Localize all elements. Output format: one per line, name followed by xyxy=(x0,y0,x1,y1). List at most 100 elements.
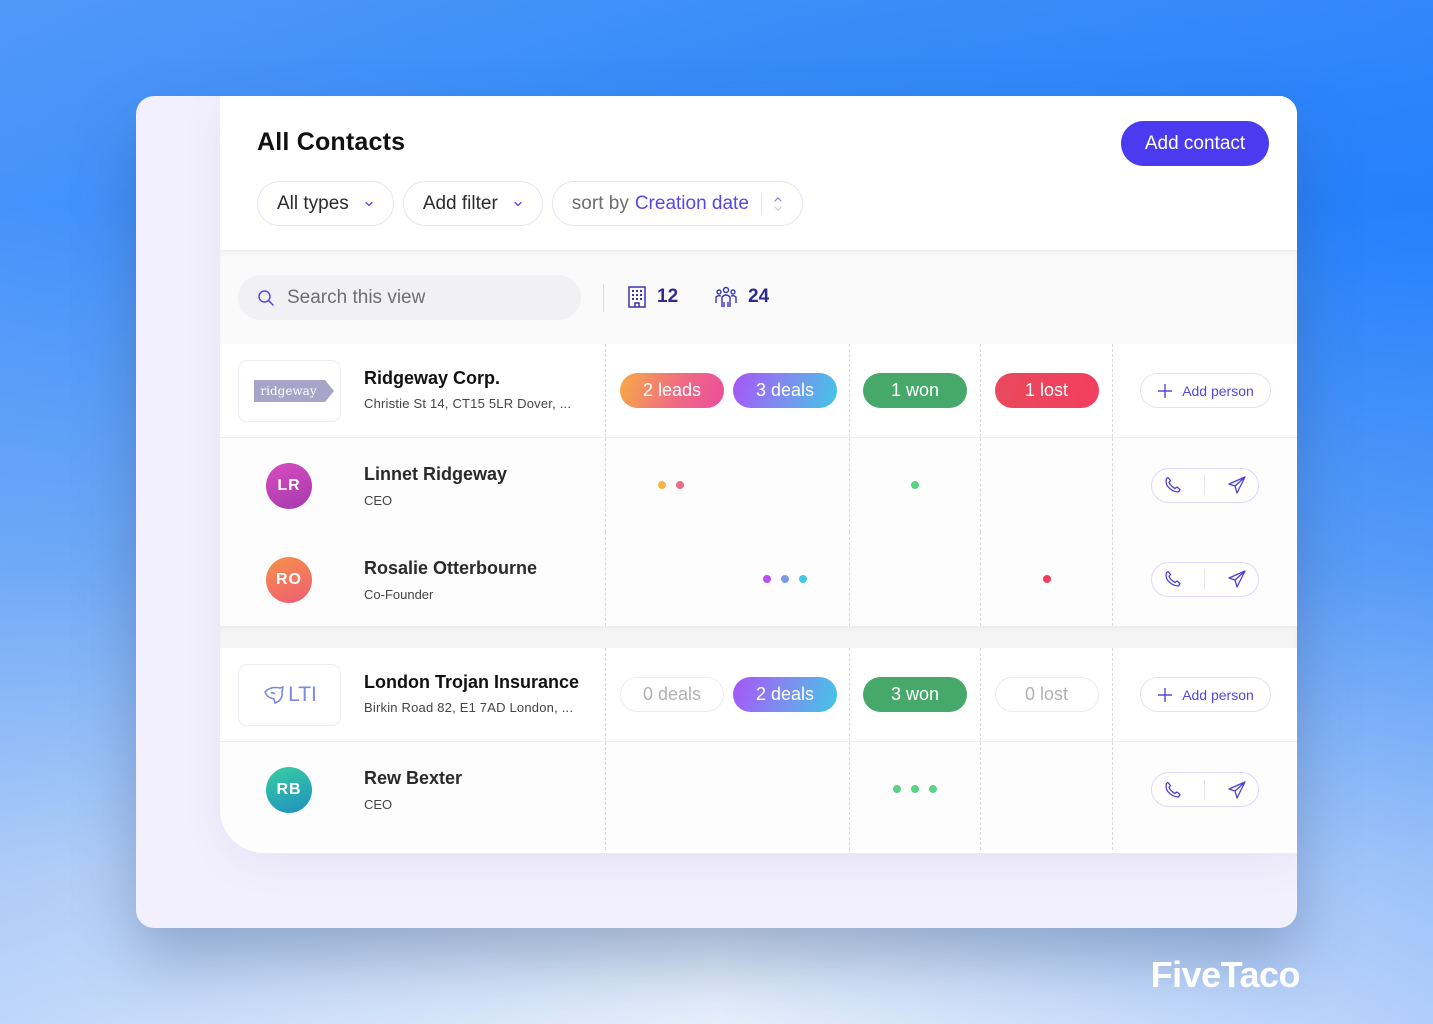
won-cell xyxy=(849,438,980,532)
plus-icon xyxy=(1156,382,1174,400)
person-name[interactable]: Linnet Ridgeway xyxy=(364,464,507,485)
person-text: Rosalie Otterbourne Co-Founder xyxy=(364,558,537,602)
section-separator xyxy=(220,626,1297,648)
actions-cell xyxy=(1112,742,1297,850)
chevron-down-icon xyxy=(512,198,524,210)
person-text: Rew Bexter CEO xyxy=(364,768,462,812)
company-name[interactable]: Ridgeway Corp. xyxy=(364,368,571,389)
companies-count-value: 12 xyxy=(657,286,679,307)
add-person-button[interactable]: Add person xyxy=(1139,373,1271,408)
lead-dot xyxy=(676,481,684,489)
contact-actions xyxy=(1151,561,1259,597)
lead-dots xyxy=(658,481,684,489)
company-row[interactable]: ridgeway Ridgeway Corp. Christie St 14, … xyxy=(220,344,1297,438)
person-info: RB Rew Bexter CEO xyxy=(220,742,605,850)
actions-cell xyxy=(1112,438,1297,532)
company-address: Christie St 14, CT15 5LR Dover, ... xyxy=(364,396,572,411)
phone-icon[interactable] xyxy=(1163,475,1183,495)
sort-dropdown[interactable]: sort by Creation date xyxy=(551,181,803,226)
person-name[interactable]: Rosalie Otterbourne xyxy=(364,558,537,579)
search-icon xyxy=(257,289,275,307)
phone-icon[interactable] xyxy=(1163,569,1183,589)
divider xyxy=(1204,779,1206,800)
won-badge[interactable]: 3 won xyxy=(863,677,967,712)
won-dots xyxy=(893,785,937,793)
search-input[interactable] xyxy=(287,286,547,309)
contact-actions xyxy=(1151,467,1259,503)
company-logo: ridgeway xyxy=(238,360,341,422)
won-cell: 3 won xyxy=(849,648,980,741)
companies-count[interactable]: 12 xyxy=(627,285,678,309)
person-row[interactable]: RB Rew Bexter CEO xyxy=(220,742,1297,850)
deal-dots xyxy=(763,575,807,583)
won-dot xyxy=(929,785,937,793)
people-count-value: 24 xyxy=(748,286,770,307)
avatar: RB xyxy=(266,767,312,813)
lost-cell: 0 lost xyxy=(980,648,1112,741)
send-icon[interactable] xyxy=(1227,475,1247,495)
lost-badge[interactable]: 0 lost xyxy=(994,677,1099,712)
person-info: RO Rosalie Otterbourne Co-Founder xyxy=(220,532,605,626)
horse-icon xyxy=(262,684,286,706)
company-text: London Trojan Insurance Birkin Road 82, … xyxy=(364,672,579,715)
company-info: LTI London Trojan Insurance Birkin Road … xyxy=(220,648,605,741)
send-icon[interactable] xyxy=(1227,569,1247,589)
actions-cell xyxy=(1112,532,1297,626)
add-person-label: Add person xyxy=(1182,382,1254,399)
lti-logo-text: LTI xyxy=(288,683,317,706)
add-person-button[interactable]: Add person xyxy=(1139,677,1271,712)
sort-prefix: sort by xyxy=(571,192,629,214)
person-row[interactable]: LR Linnet Ridgeway CEO xyxy=(220,438,1297,532)
types-dropdown-label: All types xyxy=(277,192,349,214)
add-filter-dropdown[interactable]: Add filter xyxy=(402,181,543,226)
people-count[interactable]: 24 xyxy=(714,285,769,309)
company-logo: LTI xyxy=(238,664,341,726)
building-icon xyxy=(627,285,647,309)
deal-dot xyxy=(763,575,771,583)
won-badge[interactable]: 1 won xyxy=(863,373,967,408)
search-box[interactable] xyxy=(238,275,581,320)
company-row[interactable]: LTI London Trojan Insurance Birkin Road … xyxy=(220,648,1297,742)
contacts-panel: All Contacts Add contact All types Add f… xyxy=(220,96,1297,853)
lead-dot xyxy=(658,481,666,489)
add-person-label: Add person xyxy=(1182,686,1254,703)
lost-badge[interactable]: 1 lost xyxy=(994,373,1099,408)
brand-logo: FiveTaco xyxy=(1150,954,1301,995)
won-dot xyxy=(911,785,919,793)
lost-dots xyxy=(1042,575,1051,583)
divider xyxy=(603,284,604,312)
won-cell: 1 won xyxy=(849,344,980,437)
phone-icon[interactable] xyxy=(1163,780,1183,800)
deals-badge[interactable]: 2 deals xyxy=(733,677,837,712)
person-row[interactable]: RO Rosalie Otterbourne Co-Founder xyxy=(220,532,1297,626)
won-dot xyxy=(893,785,901,793)
lost-cell: 1 lost xyxy=(980,344,1112,437)
leads-deals-cell xyxy=(605,742,849,850)
sort-value: Creation date xyxy=(634,192,749,214)
leads-deals-cell: 2 leads 3 deals xyxy=(605,344,849,437)
lost-cell xyxy=(980,532,1112,626)
won-cell xyxy=(849,742,980,850)
deals-badge[interactable]: 3 deals xyxy=(733,373,837,408)
person-text: Linnet Ridgeway CEO xyxy=(364,464,507,508)
lost-cell xyxy=(980,742,1112,850)
lti-logo: LTI xyxy=(262,683,317,707)
deal-dot xyxy=(781,575,789,583)
view-toolbar: 12 24 xyxy=(220,250,1297,344)
plus-icon xyxy=(1156,686,1174,704)
leads-badge[interactable]: 2 leads xyxy=(620,373,724,408)
divider xyxy=(760,193,762,214)
won-dot xyxy=(911,481,919,489)
leads-deals-cell xyxy=(605,438,849,532)
send-icon[interactable] xyxy=(1227,780,1247,800)
people-icon xyxy=(714,285,738,309)
leads-deals-cell xyxy=(605,532,849,626)
leads-badge[interactable]: 0 deals xyxy=(620,677,724,712)
avatar: RO xyxy=(266,557,312,603)
avatar: LR xyxy=(266,463,312,509)
add-contact-button[interactable]: Add contact xyxy=(1121,121,1269,166)
types-dropdown[interactable]: All types xyxy=(257,181,394,226)
won-cell xyxy=(849,532,980,626)
company-name[interactable]: London Trojan Insurance xyxy=(364,672,579,693)
person-name[interactable]: Rew Bexter xyxy=(364,768,462,789)
